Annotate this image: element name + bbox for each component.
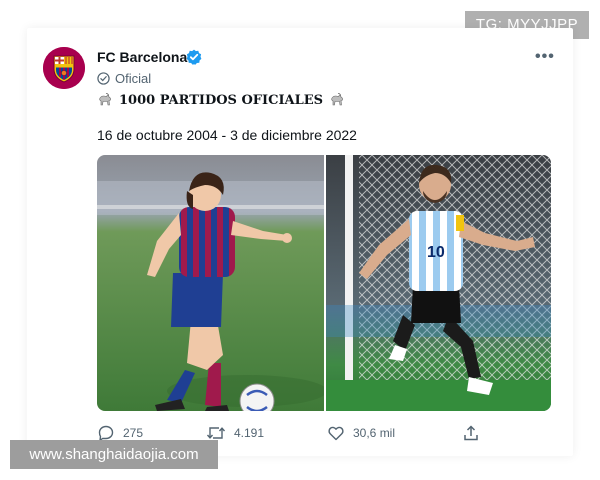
goat-icon — [99, 93, 111, 106]
photo-barcelona-debut — [97, 155, 327, 411]
official-label: Oficial — [115, 70, 152, 86]
photo-argentina-celebration: 10 — [326, 155, 551, 411]
share-button[interactable] — [462, 424, 480, 442]
like-count: 30,6 mil — [353, 426, 396, 440]
watermark-website: www.shanghaidaojia.com — [10, 440, 218, 469]
avatar[interactable] — [43, 47, 85, 89]
reply-count: 275 — [123, 426, 144, 440]
media-photos: 10 — [97, 155, 551, 411]
check-circle-icon — [97, 71, 110, 85]
tweet-date-range: 16 de octubre 2004 - 3 de diciembre 2022 — [97, 127, 357, 143]
goat-icon — [331, 93, 343, 106]
official-label-row: Oficial — [97, 70, 151, 86]
tweet-media[interactable]: 10 — [97, 155, 551, 411]
retweet-count: 4.191 — [234, 426, 265, 440]
barcelona-crest-logo — [43, 47, 85, 89]
like-button[interactable]: 30,6 mil — [327, 424, 395, 442]
svg-text:10: 10 — [427, 244, 445, 261]
headline-text: 1000 PARTIDOS OFICIALES — [119, 92, 324, 108]
share-icon — [464, 425, 478, 441]
like-icon — [328, 426, 344, 441]
more-options-icon[interactable]: ••• — [535, 48, 555, 66]
author-name[interactable]: FC Barcelona — [97, 48, 187, 66]
tweet-headline: 1000 PARTIDOS OFICIALES — [97, 90, 345, 110]
verified-icon — [186, 49, 202, 65]
